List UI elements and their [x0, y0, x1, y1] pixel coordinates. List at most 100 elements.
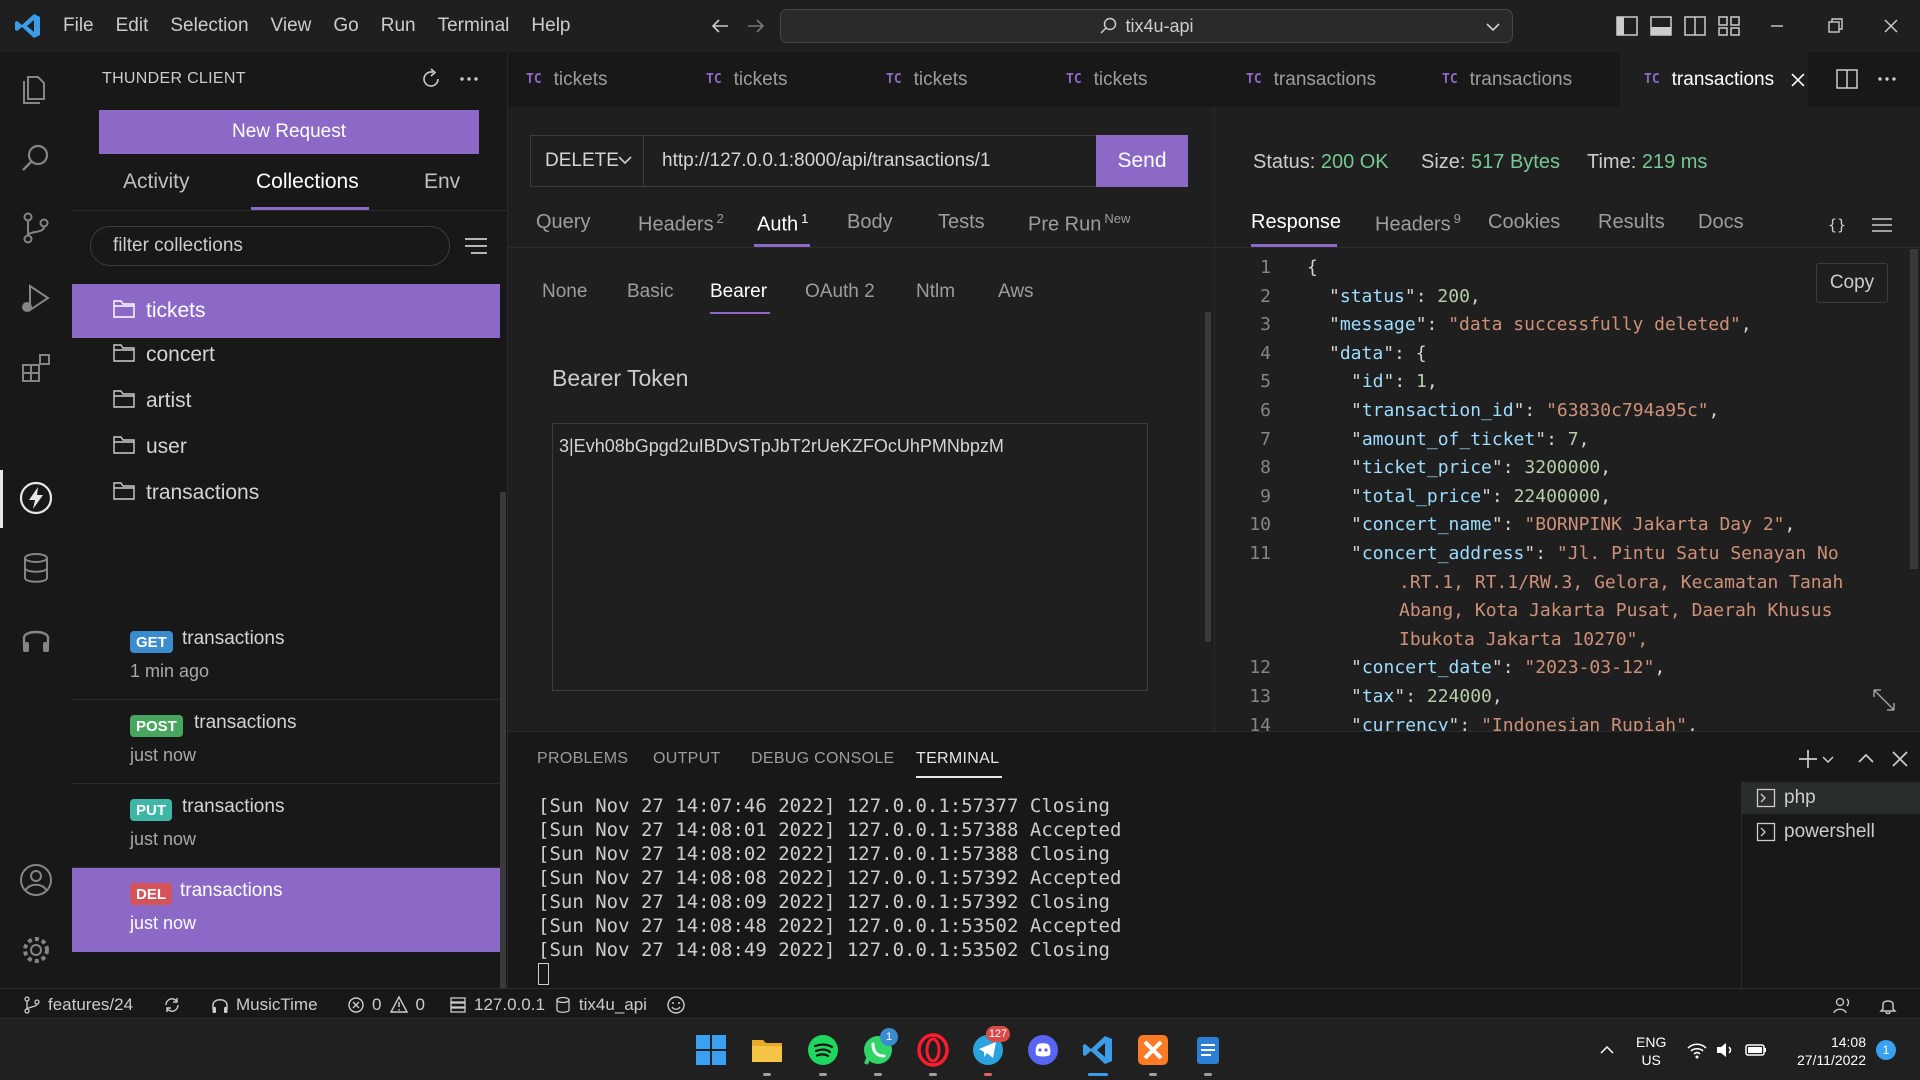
refresh-icon[interactable] — [418, 66, 444, 92]
problems-status[interactable]: 0 0 — [346, 993, 425, 1017]
editor-tab-transactions-2[interactable]: TC transactions — [1442, 52, 1632, 107]
auth-tab-ntlm[interactable]: Ntlm — [916, 281, 955, 303]
terminal-entry-php[interactable]: php — [1742, 782, 1920, 814]
editor-tab-tickets-1[interactable]: TC tickets — [526, 52, 696, 107]
language-indicator[interactable]: ENG US — [1636, 1033, 1666, 1069]
arrow-right-icon[interactable] — [744, 14, 768, 38]
run-debug-icon[interactable] — [16, 278, 56, 318]
braces-icon[interactable]: {} — [1825, 213, 1849, 237]
new-request-button[interactable]: New Request — [99, 110, 479, 154]
chevron-down-icon[interactable] — [1484, 18, 1502, 36]
auth-tab-oauth2[interactable]: OAuth 2 — [805, 281, 875, 303]
tab-headers[interactable]: Headers 2 — [638, 211, 724, 237]
search-icon[interactable] — [16, 138, 56, 178]
editor-tab-tickets-4[interactable]: TC tickets — [1066, 52, 1236, 107]
opera-icon[interactable] — [916, 1033, 950, 1067]
panel-tab-output[interactable]: OUTPUT — [653, 750, 721, 768]
toggle-panel-icon[interactable] — [1648, 13, 1674, 39]
panel-tab-terminal[interactable]: TERMINAL — [916, 750, 999, 768]
tab-env[interactable]: Env — [424, 170, 460, 194]
auth-tab-basic[interactable]: Basic — [627, 281, 673, 303]
menu-view[interactable]: View — [260, 15, 323, 37]
request-scrollbar[interactable] — [1205, 312, 1211, 642]
filter-collections-input[interactable] — [90, 226, 450, 266]
extensions-icon[interactable] — [16, 348, 56, 388]
vscode-taskbar-icon[interactable] — [1081, 1033, 1115, 1067]
chevron-up-icon[interactable] — [1854, 747, 1878, 771]
accounts-status[interactable] — [1832, 993, 1858, 1017]
chevron-down-icon[interactable] — [1820, 747, 1836, 771]
explorer-icon[interactable] — [16, 68, 56, 108]
close-window-icon[interactable] — [1878, 13, 1904, 39]
tab-results[interactable]: Results — [1598, 211, 1665, 234]
tab-collections[interactable]: Collections — [256, 170, 359, 194]
panel-tab-problems[interactable]: PROBLEMS — [537, 750, 628, 768]
sync-status[interactable] — [162, 993, 188, 1017]
account-icon[interactable] — [16, 860, 56, 900]
command-center-search[interactable]: tix4u-api — [780, 9, 1513, 43]
toggle-sidebar-icon[interactable] — [1614, 13, 1640, 39]
sort-menu-icon[interactable] — [462, 232, 490, 260]
request-put-transactions[interactable]: PUT transactions just now — [72, 784, 500, 868]
menu-lines-icon[interactable] — [1870, 213, 1894, 237]
wifi-icon[interactable] — [1686, 1039, 1708, 1061]
bearer-token-input[interactable]: 3|Evh08bGpgd2uIBDvSTpJbT2rUeKZFOcUhPMNbp… — [552, 423, 1148, 691]
menu-run[interactable]: Run — [370, 15, 427, 37]
close-icon[interactable] — [1888, 747, 1912, 771]
url-input[interactable] — [644, 135, 1104, 187]
auth-tab-aws[interactable]: Aws — [998, 281, 1034, 303]
database-icon[interactable] — [16, 548, 56, 588]
database-status[interactable]: 127.0.0.1 tix4u_api — [448, 993, 647, 1017]
spotify-icon[interactable] — [806, 1033, 840, 1067]
tab-pre-run[interactable]: Pre Run New — [1028, 211, 1130, 237]
tab-cookies[interactable]: Cookies — [1488, 211, 1560, 234]
tab-activity[interactable]: Activity — [123, 170, 190, 194]
menu-selection[interactable]: Selection — [159, 15, 259, 37]
request-delete-transactions[interactable]: DEL transactions just now — [72, 868, 500, 952]
chevron-up-icon[interactable] — [1598, 1041, 1616, 1059]
tab-tests[interactable]: Tests — [938, 211, 985, 234]
tab-query[interactable]: Query — [536, 211, 590, 234]
notifications-status[interactable] — [1878, 993, 1904, 1017]
tab-docs[interactable]: Docs — [1698, 211, 1744, 234]
source-control-icon[interactable] — [16, 208, 56, 248]
tab-response-headers[interactable]: Headers 9 — [1375, 211, 1461, 237]
collection-transactions[interactable]: transactions — [72, 466, 500, 520]
gear-icon[interactable] — [16, 930, 56, 970]
menu-terminal[interactable]: Terminal — [427, 15, 521, 37]
tab-body[interactable]: Body — [847, 211, 893, 234]
menu-file[interactable]: File — [52, 15, 105, 37]
terminal-entry-powershell[interactable]: powershell — [1742, 816, 1920, 848]
battery-icon[interactable] — [1744, 1039, 1768, 1061]
editor-tab-transactions-active[interactable]: TC transactions — [1620, 52, 1808, 107]
arrow-left-icon[interactable] — [708, 14, 732, 38]
minimize-icon[interactable] — [1764, 13, 1790, 39]
split-editor-icon[interactable] — [1834, 66, 1860, 92]
toggle-secondary-sidebar-icon[interactable] — [1682, 13, 1708, 39]
notification-badge[interactable]: 1 — [1876, 1040, 1896, 1060]
response-json-viewer[interactable]: 1{2 "status": 200, 3 "message": "data succe… — [1215, 249, 1915, 731]
send-button[interactable]: Send — [1096, 135, 1188, 187]
sidebar-scrollbar[interactable] — [500, 492, 506, 1032]
copy-button[interactable]: Copy — [1816, 263, 1888, 303]
terminal-output[interactable]: [Sun Nov 27 14:07:46 2022] 127.0.0.1:573… — [538, 794, 1638, 985]
request-post-transactions[interactable]: POST transactions just now — [72, 700, 500, 784]
discord-icon[interactable] — [1026, 1033, 1060, 1067]
panel-tab-debug-console[interactable]: DEBUG CONSOLE — [751, 750, 895, 768]
menu-go[interactable]: Go — [322, 15, 369, 37]
windows-start-icon[interactable] — [694, 1033, 728, 1067]
menu-help[interactable]: Help — [520, 15, 581, 37]
tab-response[interactable]: Response — [1251, 211, 1341, 234]
music-time-status[interactable]: MusicTime — [210, 993, 318, 1017]
file-explorer-icon[interactable] — [750, 1033, 784, 1067]
xampp-icon[interactable] — [1136, 1033, 1170, 1067]
tab-auth[interactable]: Auth 1 — [757, 211, 808, 237]
editor-tab-tickets-2[interactable]: TC tickets — [706, 52, 876, 107]
editor-tab-transactions-1[interactable]: TC transactions — [1246, 52, 1436, 107]
plus-icon[interactable] — [1796, 747, 1820, 771]
close-icon[interactable] — [1788, 70, 1808, 90]
editor-tab-tickets-3[interactable]: TC tickets — [886, 52, 1056, 107]
restore-icon[interactable] — [1822, 13, 1848, 39]
thunder-client-icon[interactable] — [16, 478, 56, 518]
auth-tab-none[interactable]: None — [542, 281, 587, 303]
